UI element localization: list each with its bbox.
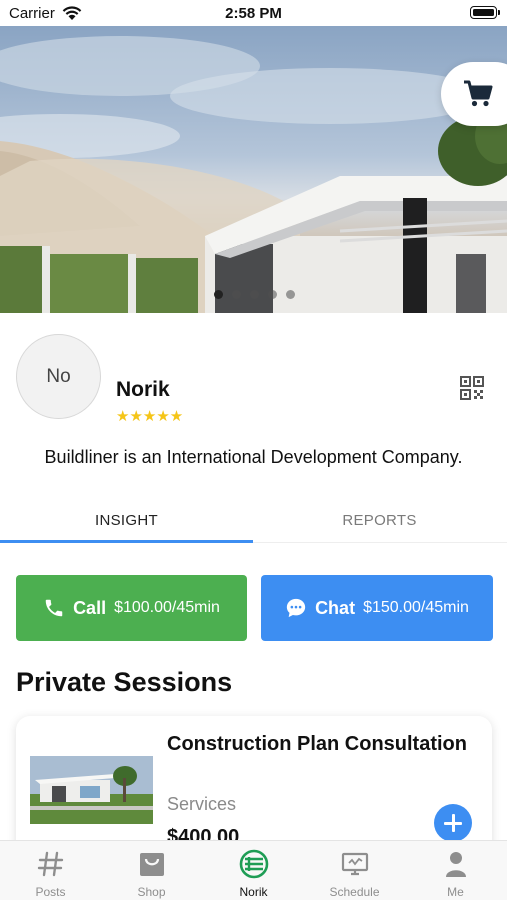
session-title: Construction Plan Consultation bbox=[167, 733, 467, 755]
chat-button[interactable]: Chat $150.00/45min bbox=[261, 575, 493, 641]
carousel-dot[interactable] bbox=[232, 290, 241, 299]
avatar: No bbox=[16, 334, 101, 419]
nav-label-schedule: Schedule bbox=[329, 885, 380, 899]
tab-insight[interactable]: INSIGHT bbox=[0, 497, 253, 543]
add-session-button[interactable] bbox=[434, 804, 472, 842]
profile-bio: Buildliner is an International Developme… bbox=[44, 447, 463, 467]
status-time: 2:58 PM bbox=[225, 5, 282, 22]
carousel-dot[interactable] bbox=[268, 290, 277, 299]
nav-item-me[interactable]: Me bbox=[405, 841, 506, 900]
cart-icon bbox=[464, 80, 493, 107]
schedule-monitor-icon bbox=[341, 852, 368, 876]
hero-image-carousel[interactable] bbox=[0, 26, 507, 313]
call-price: $100.00/45min bbox=[114, 599, 220, 616]
carousel-pagination[interactable] bbox=[214, 290, 295, 299]
norik-logo-icon bbox=[239, 849, 268, 879]
private-sessions-title: Private Sessions bbox=[16, 667, 233, 697]
nav-label-norik: Norik bbox=[239, 885, 268, 899]
tab-reports[interactable]: REPORTS bbox=[253, 497, 506, 543]
nav-item-schedule[interactable]: Schedule bbox=[304, 841, 405, 900]
nav-item-shop[interactable]: Shop bbox=[101, 841, 202, 900]
call-button-label: Call bbox=[73, 597, 107, 618]
profile-name: Norik bbox=[116, 378, 170, 401]
profile-tabs: INSIGHT REPORTS bbox=[0, 497, 507, 543]
nav-item-norik[interactable]: Norik bbox=[203, 841, 304, 900]
carousel-dot[interactable] bbox=[250, 290, 259, 299]
carousel-dot[interactable] bbox=[214, 290, 223, 299]
nav-label-posts: Posts bbox=[35, 885, 66, 899]
carousel-dot[interactable] bbox=[286, 290, 295, 299]
chat-bubble-icon bbox=[286, 598, 306, 618]
session-category: Services bbox=[167, 794, 237, 814]
nav-item-posts[interactable]: Posts bbox=[0, 841, 101, 900]
battery-icon bbox=[470, 6, 500, 19]
call-button[interactable]: Call $100.00/45min bbox=[16, 575, 247, 641]
nav-label-shop: Shop bbox=[137, 885, 166, 899]
phone-icon bbox=[45, 599, 63, 617]
nav-label-me: Me bbox=[447, 885, 464, 899]
session-thumbnail bbox=[30, 756, 153, 824]
person-icon bbox=[445, 852, 466, 877]
avatar-initials: No bbox=[46, 365, 71, 387]
bottom-nav: Posts Shop Norik Schedule Me bbox=[0, 840, 507, 900]
cart-button[interactable] bbox=[441, 62, 507, 126]
chat-button-label: Chat bbox=[315, 597, 356, 618]
hero-house-image bbox=[0, 36, 507, 313]
qr-code-icon[interactable] bbox=[460, 376, 484, 400]
status-bar: Carrier 2:58 PM bbox=[0, 0, 507, 26]
shopping-bag-icon bbox=[139, 853, 164, 876]
rating-stars: ★★★★★ bbox=[116, 408, 184, 425]
chat-price: $150.00/45min bbox=[363, 599, 469, 616]
active-tab-indicator bbox=[0, 540, 253, 543]
hash-icon bbox=[37, 851, 63, 877]
